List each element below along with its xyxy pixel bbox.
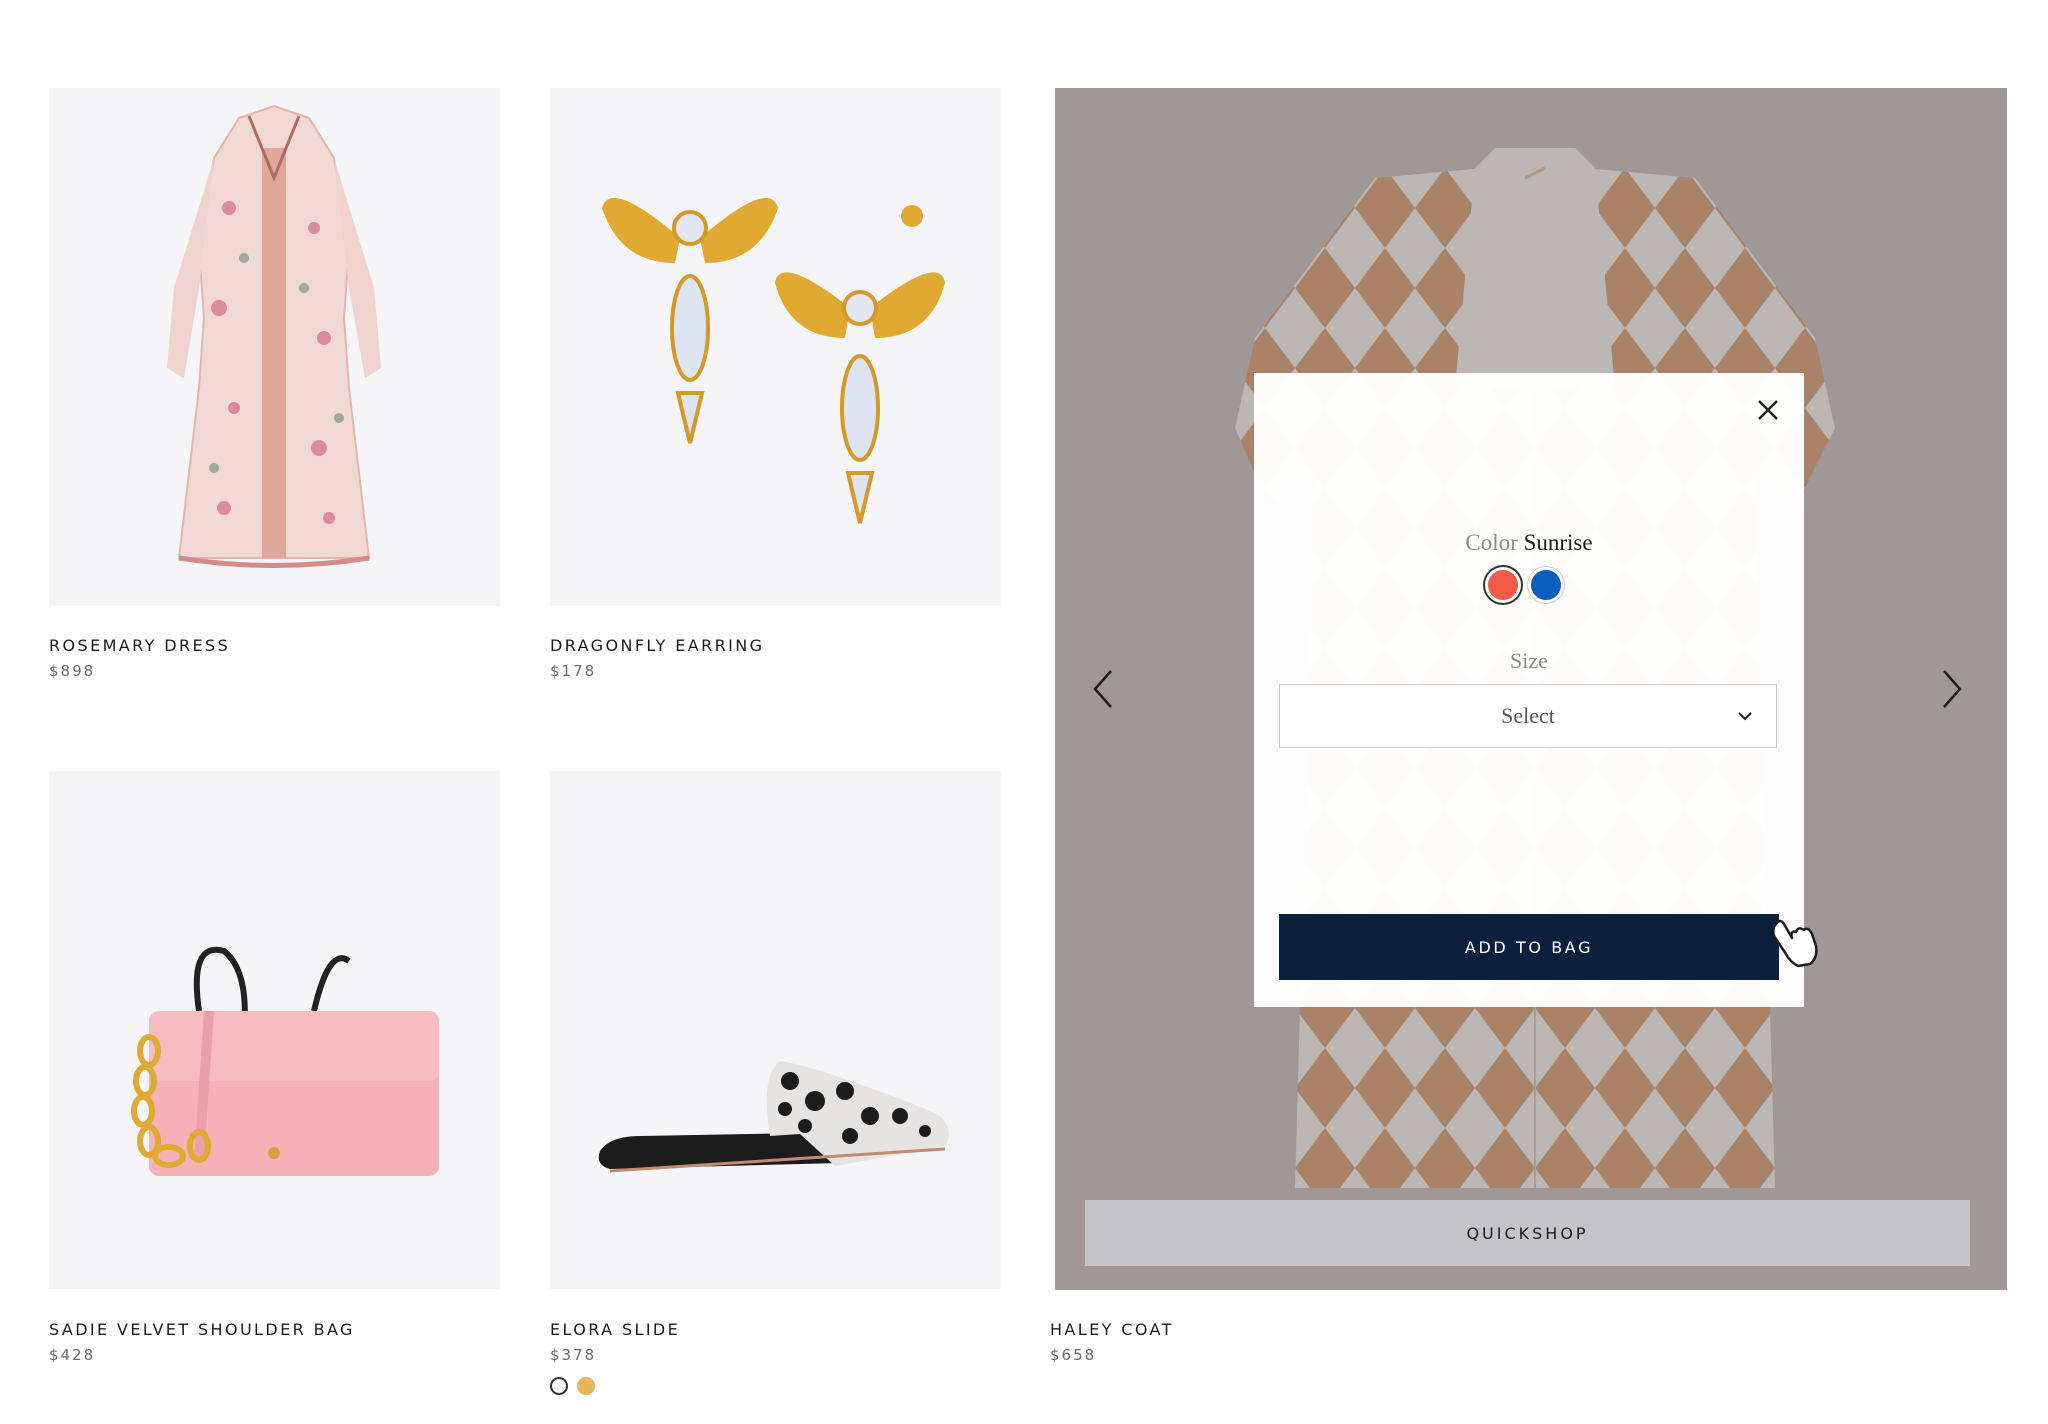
color-swatch-sunrise[interactable] [1488,570,1518,600]
size-label: Size [1510,648,1548,673]
color-label: Color [1465,530,1518,555]
product-price: $658 [1050,1346,1097,1364]
quickshop-button[interactable]: QUICKSHOP [1085,1200,1970,1266]
product-image-elora-slide[interactable] [550,771,1001,1289]
color-swatch-blue[interactable] [1531,570,1561,600]
close-button[interactable] [1748,390,1788,430]
next-image-arrow[interactable] [1930,665,1970,713]
dress-illustration [167,104,381,568]
color-swatch-gold[interactable] [577,1377,595,1395]
product-price: $428 [49,1346,96,1364]
hand-cursor-icon [1772,919,1818,968]
product-price: $378 [550,1346,597,1364]
add-to-bag-button[interactable]: ADD TO BAG [1279,914,1779,980]
color-selection-label: Color Sunrise [1254,530,1804,556]
product-name[interactable]: HALEY COAT [1050,1320,1174,1339]
color-value: Sunrise [1523,530,1593,555]
product-name[interactable]: ROSEMARY DRESS [49,636,230,655]
chevron-left-icon [1093,670,1112,708]
close-icon [1758,400,1778,420]
product-price: $898 [49,662,96,680]
product-name[interactable]: ELORA SLIDE [550,1320,680,1339]
previous-image-arrow[interactable] [1085,665,1125,713]
bag-illustration [131,946,439,1176]
product-price: $178 [550,662,597,680]
slide-illustration [598,1061,949,1173]
product-image-sadie-bag[interactable] [49,771,500,1289]
product-name[interactable]: DRAGONFLY EARRING [550,636,764,655]
color-swatch-black-white[interactable] [550,1377,568,1395]
product-name[interactable]: SADIE VELVET SHOULDER BAG [49,1320,355,1339]
product-image-rosemary-dress[interactable] [49,88,500,606]
size-select-value: Select [1501,703,1555,728]
chevron-down-icon [1738,712,1752,721]
size-select[interactable]: Select [1279,684,1777,748]
earring-illustration [602,198,945,524]
chevron-right-icon [1943,670,1962,708]
product-image-dragonfly-earring[interactable] [550,88,1001,606]
